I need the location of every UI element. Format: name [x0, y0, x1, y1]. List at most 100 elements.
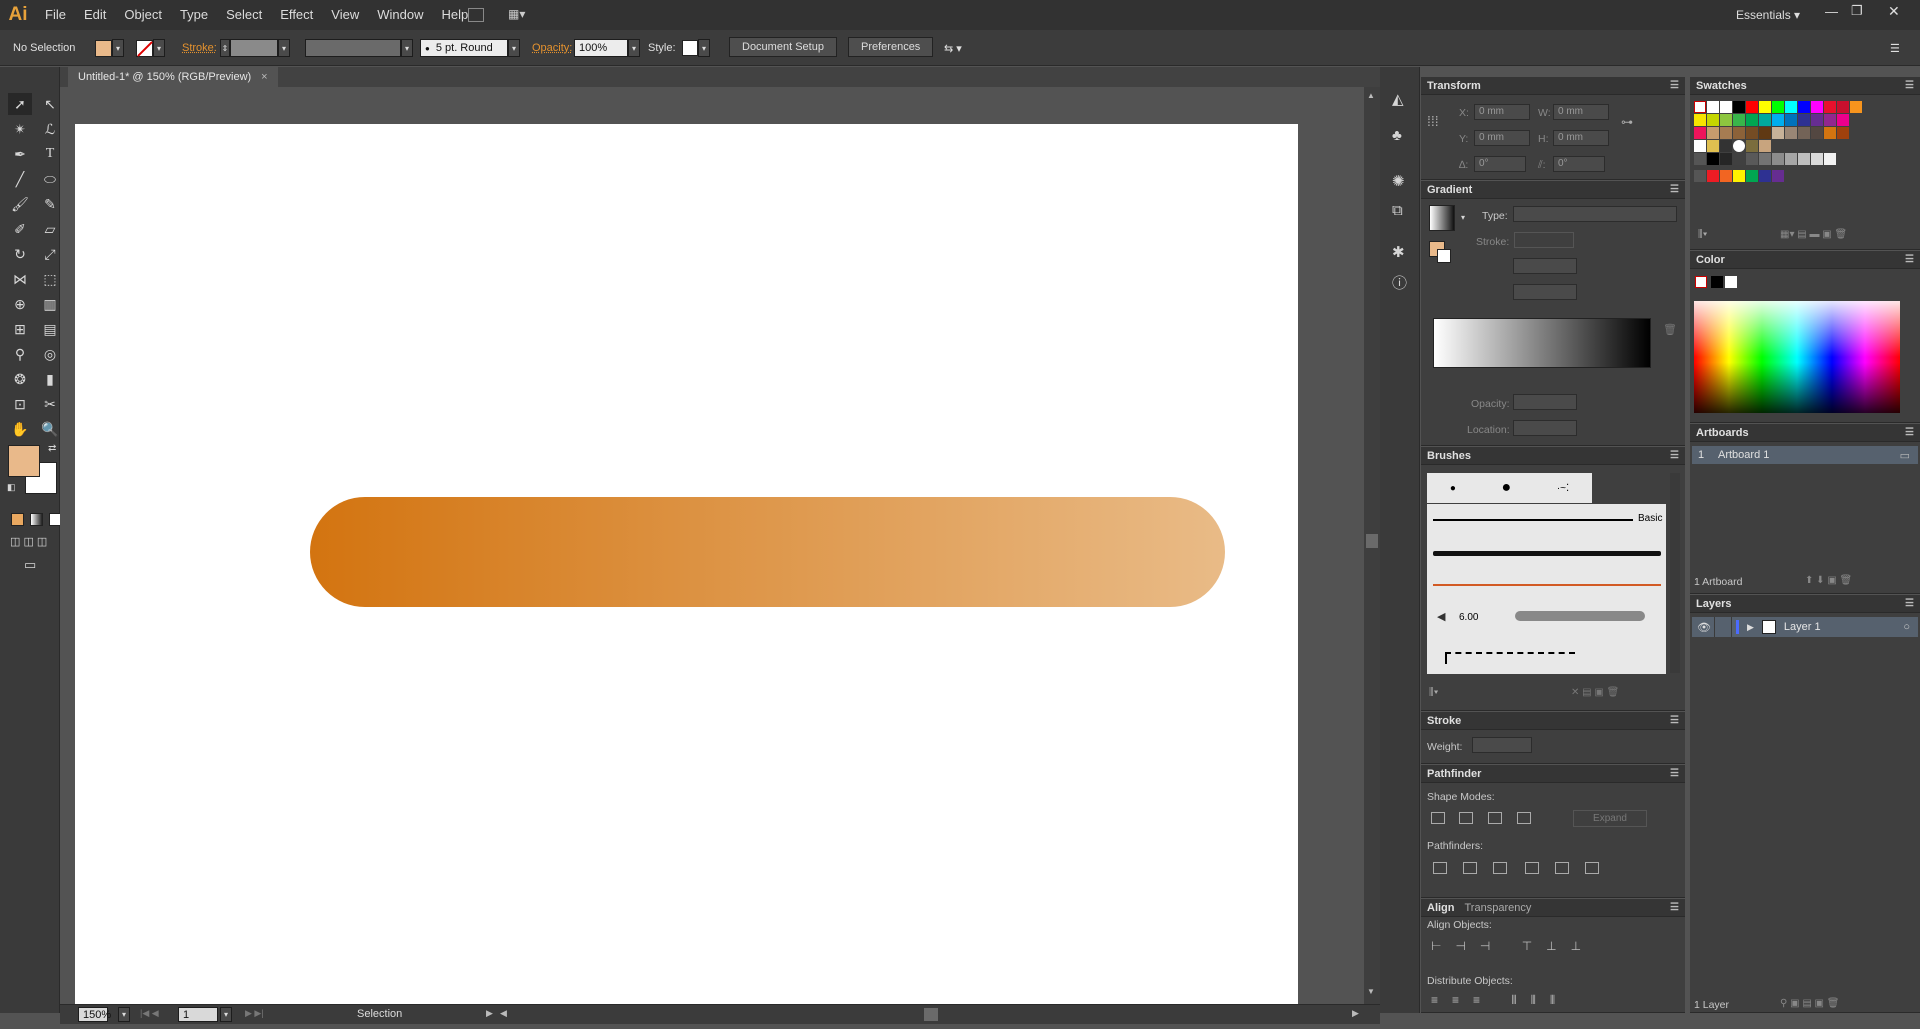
current-tool-status[interactable]: Selection: [357, 1008, 402, 1020]
color-mode-icon[interactable]: [11, 513, 24, 526]
align-tab[interactable]: Align: [1427, 902, 1455, 914]
menu-view[interactable]: View: [322, 0, 368, 30]
close-tab-icon[interactable]: ×: [261, 71, 267, 83]
brushes-menu-icon[interactable]: ☰: [1670, 450, 1679, 461]
brush-libraries-icon[interactable]: ⫼▾: [1429, 687, 1438, 698]
artboard-tool-icon[interactable]: ⊡: [8, 393, 32, 415]
lock-toggle[interactable]: [1714, 617, 1732, 637]
color-menu-icon[interactable]: ☰: [1905, 254, 1914, 265]
minus-back-icon[interactable]: [1585, 862, 1599, 874]
status-menu-icon[interactable]: ▶: [486, 1008, 493, 1019]
ellipse-tool-icon[interactable]: ⬭: [38, 168, 62, 190]
hand-tool-icon[interactable]: ✋: [8, 418, 32, 440]
swatches-menu-icon[interactable]: ☰: [1905, 80, 1914, 91]
x-field[interactable]: 0 mm: [1474, 104, 1530, 120]
artboard-number-field[interactable]: 1: [178, 1007, 218, 1022]
fill-swatch[interactable]: [95, 39, 112, 57]
default-fill-stroke-icon[interactable]: ◧: [7, 482, 16, 493]
gradient-tool-icon[interactable]: ▤: [38, 318, 62, 340]
variable-width-dropdown-icon[interactable]: ▾: [401, 39, 413, 57]
color-guide-icon[interactable]: ◭: [1392, 90, 1404, 108]
menu-type[interactable]: Type: [171, 0, 217, 30]
outline-icon[interactable]: [1555, 862, 1569, 874]
restore-icon[interactable]: ❐: [1851, 3, 1863, 19]
opacity-label[interactable]: Opacity:: [532, 39, 572, 57]
slice-tool-icon[interactable]: ✂: [38, 393, 62, 415]
swap-fill-stroke-icon[interactable]: ⇄: [48, 443, 56, 454]
color-white-button[interactable]: [1725, 276, 1737, 288]
merge-icon[interactable]: [1493, 862, 1507, 874]
graphic-styles-icon[interactable]: ✺: [1392, 172, 1405, 190]
opacity-field[interactable]: 100%: [574, 39, 628, 57]
w-field[interactable]: 0 mm: [1553, 104, 1609, 120]
gradient-menu-icon[interactable]: ☰: [1670, 184, 1679, 195]
layer-row[interactable]: 👁 ▶ Layer 1 ○: [1692, 617, 1918, 637]
draw-mode-icon[interactable]: ◫ ◫ ◫: [10, 535, 47, 548]
gradient-angle-field[interactable]: [1513, 258, 1577, 274]
visibility-eye-icon[interactable]: 👁: [1692, 621, 1714, 634]
style-swatch[interactable]: [682, 40, 698, 56]
exclude-icon[interactable]: [1517, 812, 1531, 824]
info-icon[interactable]: ⓘ: [1392, 272, 1407, 293]
brush-field[interactable]: ● 5 pt. Round: [420, 39, 508, 57]
menu-select[interactable]: Select: [217, 0, 271, 30]
align-object-buttons[interactable]: ⊢⊣⊣ ⊤⊥⊥: [1431, 939, 1595, 953]
calligraphic-brushes-row[interactable]: ● ● ·~⁚: [1427, 473, 1592, 503]
color-none-button[interactable]: [1695, 276, 1707, 288]
opacity-dropdown-icon[interactable]: ▾: [628, 39, 640, 57]
menu-edit[interactable]: Edit: [75, 0, 115, 30]
distribute-object-buttons[interactable]: ≡≡≡ ⦀⦀⦀: [1431, 993, 1569, 1008]
gradient-location-field[interactable]: [1513, 420, 1577, 436]
pencil-tool-icon[interactable]: ✎: [38, 193, 62, 215]
close-icon[interactable]: ✕: [1888, 3, 1900, 20]
gradient-preview-dropdown-icon[interactable]: ▾: [1461, 213, 1465, 222]
delete-stop-icon[interactable]: 🗑: [1663, 323, 1677, 336]
intersect-icon[interactable]: [1488, 812, 1502, 824]
y-field[interactable]: 0 mm: [1474, 130, 1530, 146]
type-tool-icon[interactable]: T: [38, 143, 62, 165]
workspace-switcher[interactable]: Essentials ▾: [1736, 8, 1800, 22]
transform-menu-icon[interactable]: ☰: [1670, 80, 1679, 91]
scroll-up-icon[interactable]: ▲: [1367, 91, 1375, 100]
layers-menu-icon[interactable]: ☰: [1905, 598, 1914, 609]
scroll-right-icon[interactable]: ▶: [1352, 1008, 1359, 1019]
stroke-weight-field[interactable]: [230, 39, 278, 57]
vertical-scroll-thumb[interactable]: [1366, 534, 1378, 548]
crop-icon[interactable]: [1525, 862, 1539, 874]
expand-layer-icon[interactable]: ▶: [1747, 622, 1754, 633]
free-transform-tool-icon[interactable]: ⬚: [38, 268, 62, 290]
stroke-label[interactable]: Stroke:: [182, 39, 217, 57]
artboard-nav-last-icon[interactable]: ▶ ▶|: [245, 1008, 264, 1019]
brush-list-scrollbar[interactable]: [1670, 473, 1680, 673]
appearance-icon[interactable]: ⧉: [1392, 202, 1403, 219]
shear-field[interactable]: 0°: [1553, 156, 1605, 172]
transparency-tab[interactable]: Transparency: [1465, 902, 1532, 914]
control-panel-menu-icon[interactable]: ☰: [1890, 39, 1900, 57]
shape-builder-tool-icon[interactable]: ⊕: [8, 293, 32, 315]
direct-selection-tool-icon[interactable]: ↖: [38, 93, 62, 115]
swatch-panel-actions[interactable]: ▦▾ ▤ ▬ ▣ 🗑: [1780, 229, 1847, 240]
minus-front-icon[interactable]: [1459, 812, 1473, 824]
artboard-nav-first-icon[interactable]: |◀ ◀: [140, 1008, 159, 1019]
preferences-button[interactable]: Preferences: [848, 37, 934, 57]
gradient-slider[interactable]: [1433, 318, 1651, 368]
eyedropper-tool-icon[interactable]: ⚲: [8, 343, 32, 365]
rotate-field[interactable]: 0°: [1474, 156, 1526, 172]
paintbrush-tool-icon[interactable]: 🖌: [8, 193, 32, 215]
layer-panel-actions[interactable]: ⚲ ▣ ▤ ▣ 🗑: [1780, 998, 1839, 1009]
magic-wand-tool-icon[interactable]: ✴: [8, 118, 32, 140]
navigator-icon[interactable]: ✱: [1392, 243, 1405, 261]
document-tab[interactable]: Untitled-1* @ 150% (RGB/Preview) ×: [68, 67, 278, 87]
unite-icon[interactable]: [1431, 812, 1445, 824]
arrange-documents-icon[interactable]: ▦▾: [508, 7, 534, 23]
gradient-aspect-field[interactable]: [1513, 284, 1577, 300]
artboard-panel-actions[interactable]: ⬆ ⬇ ▣ 🗑: [1805, 575, 1852, 586]
symbols-icon[interactable]: ♣: [1392, 127, 1402, 144]
menu-file[interactable]: File: [36, 0, 75, 30]
eraser-tool-icon[interactable]: ▱: [38, 218, 62, 240]
stroke-weight-dropdown-icon[interactable]: ▾: [278, 39, 290, 57]
artboard-row[interactable]: 1 Artboard 1 ▭: [1692, 446, 1918, 464]
symbol-sprayer-tool-icon[interactable]: ❂: [8, 368, 32, 390]
artboard-number-dropdown-icon[interactable]: ▾: [220, 1007, 232, 1022]
scroll-down-icon[interactable]: ▼: [1367, 987, 1375, 996]
